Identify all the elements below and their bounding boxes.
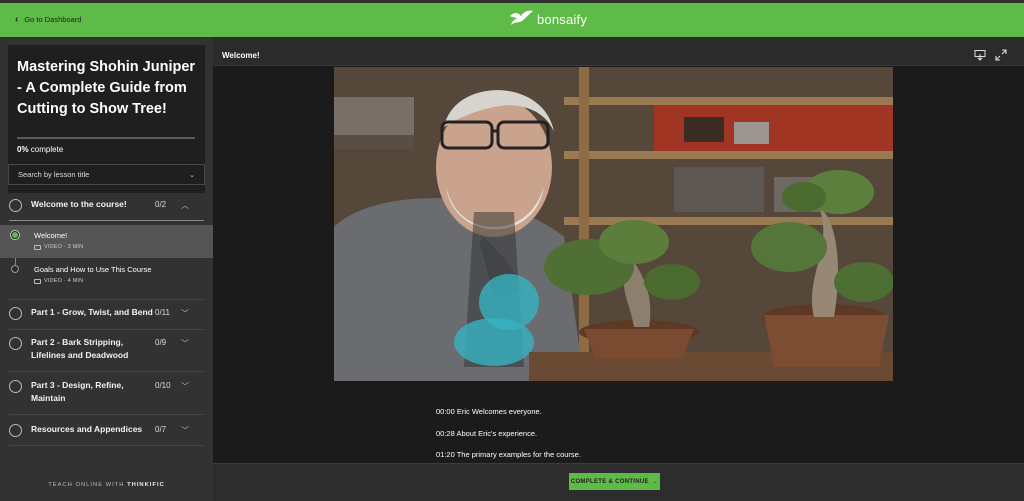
chapter-part-1[interactable]: Part 1 - Grow, Twist, and Bend 0/11 ﹀ — [0, 306, 213, 320]
course-progress-suffix: complete — [28, 145, 64, 154]
lesson-status-icon — [11, 265, 19, 273]
chapter-divider — [9, 445, 204, 446]
chapter-count: 0/9 — [155, 338, 167, 347]
course-sidebar: Mastering Shohin Juniper - A Complete Gu… — [0, 37, 213, 501]
chapter-part-3[interactable]: Part 3 - Design, Refine, Maintain 0/10 ﹀ — [0, 379, 213, 405]
chapter-count: 0/2 — [155, 200, 167, 209]
chapter-title: Part 2 - Bark Stripping, Lifelines and D… — [31, 337, 129, 360]
chevron-down-icon: ⌄ — [189, 171, 195, 179]
circle-icon — [9, 424, 22, 437]
chapter-title: Welcome to the course! — [31, 199, 127, 209]
chapter-count: 0/7 — [155, 425, 167, 434]
chapter-title: Part 3 - Design, Refine, Maintain — [31, 380, 124, 403]
video-camera-icon — [34, 278, 41, 284]
chapter-resources[interactable]: Resources and Appendices 0/7 ﹀ — [0, 423, 213, 437]
chevron-up-icon: ︿ — [181, 201, 189, 210]
chevron-left-icon: ‹ — [15, 14, 19, 25]
circle-icon — [9, 307, 22, 320]
circle-icon — [9, 199, 22, 212]
lesson-search-placeholder: Search by lesson title — [18, 170, 90, 179]
lesson-meta-text: VIDEO · 4 MIN — [44, 278, 84, 284]
lesson-meta-text: VIDEO · 3 MIN — [44, 244, 84, 250]
chapter-divider — [9, 299, 204, 300]
top-bar: ‹ Go to Dashboard bonsaify — [0, 0, 1024, 37]
lesson-content: Welcome! 00:00 Eric Welcomes everyone. 0… — [213, 44, 1024, 501]
chapter-welcome[interactable]: Welcome to the course! 0/2 ︿ — [0, 198, 213, 212]
circle-icon — [9, 380, 22, 393]
circle-icon — [9, 337, 22, 350]
chapter-divider — [9, 220, 204, 221]
download-icon[interactable] — [974, 49, 986, 61]
chapter-divider — [9, 414, 204, 415]
bird-icon — [510, 10, 533, 25]
video-camera-icon — [34, 244, 41, 250]
chapter-title: Resources and Appendices — [31, 424, 143, 434]
brand-logo[interactable]: bonsaify — [508, 8, 587, 30]
chapter-part-2[interactable]: Part 2 - Bark Stripping, Lifelines and D… — [0, 336, 213, 362]
complete-and-continue-label: COMPLETE & CONTINUE — [570, 478, 649, 485]
powered-by-prefix: TEACH ONLINE WITH — [48, 482, 128, 488]
note-line: 00:28 About Eric's experience. — [436, 428, 538, 438]
lesson-item-goals[interactable]: Goals and How to Use This Course VIDEO ·… — [0, 259, 213, 292]
lesson-title: Goals and How to Use This Course — [34, 265, 152, 274]
lesson-item-welcome[interactable]: Welcome! VIDEO · 3 MIN — [0, 225, 213, 258]
arrow-right-icon: → — [651, 478, 659, 485]
chapter-divider — [9, 329, 204, 330]
chevron-down-icon: ﹀ — [181, 426, 189, 435]
course-title: Mastering Shohin Juniper - A Complete Gu… — [17, 59, 196, 117]
lesson-footer: COMPLETE & CONTINUE → — [213, 463, 1024, 501]
lesson-header-title: Welcome! — [222, 51, 260, 60]
note-line: 00:00 Eric Welcomes everyone. — [436, 407, 542, 416]
course-progress-bar — [17, 137, 195, 139]
complete-and-continue-button[interactable]: COMPLETE & CONTINUE → — [569, 473, 660, 490]
brand-wordmark: bonsaify — [537, 11, 588, 27]
video-player[interactable] — [334, 67, 893, 381]
chapter-count: 0/10 — [155, 381, 171, 390]
powered-by-brand: THINKIFIC — [127, 482, 165, 488]
lesson-status-icon — [11, 231, 19, 239]
chevron-down-icon: ﹀ — [181, 382, 189, 391]
chapter-title: Part 1 - Grow, Twist, and Bend — [31, 307, 153, 317]
go-to-dashboard-link[interactable]: ‹ Go to Dashboard — [15, 14, 81, 25]
chevron-down-icon: ﹀ — [181, 339, 189, 348]
video-frame — [334, 67, 893, 381]
chapter-count: 0/11 — [155, 308, 170, 317]
expand-icon[interactable] — [995, 49, 1007, 61]
powered-by-thinkific[interactable]: TEACH ONLINE WITH THINKIFIC — [0, 482, 213, 488]
lesson-meta: VIDEO · 4 MIN — [34, 278, 83, 284]
lesson-notes: 00:00 Eric Welcomes everyone. 00:28 Abou… — [436, 407, 581, 472]
lesson-header-bar: Welcome! — [213, 44, 1024, 66]
lesson-title: Welcome! — [34, 231, 68, 240]
chapter-divider — [9, 371, 204, 372]
course-progress-value: 0% — [17, 145, 29, 154]
lesson-search-dropdown[interactable]: Search by lesson title ⌄ — [8, 164, 205, 185]
chevron-down-icon: ﹀ — [181, 309, 189, 318]
lesson-meta: VIDEO · 3 MIN — [34, 244, 83, 250]
go-to-dashboard-label: Go to Dashboard — [24, 15, 82, 24]
course-progress-text: 0% complete — [17, 145, 63, 154]
